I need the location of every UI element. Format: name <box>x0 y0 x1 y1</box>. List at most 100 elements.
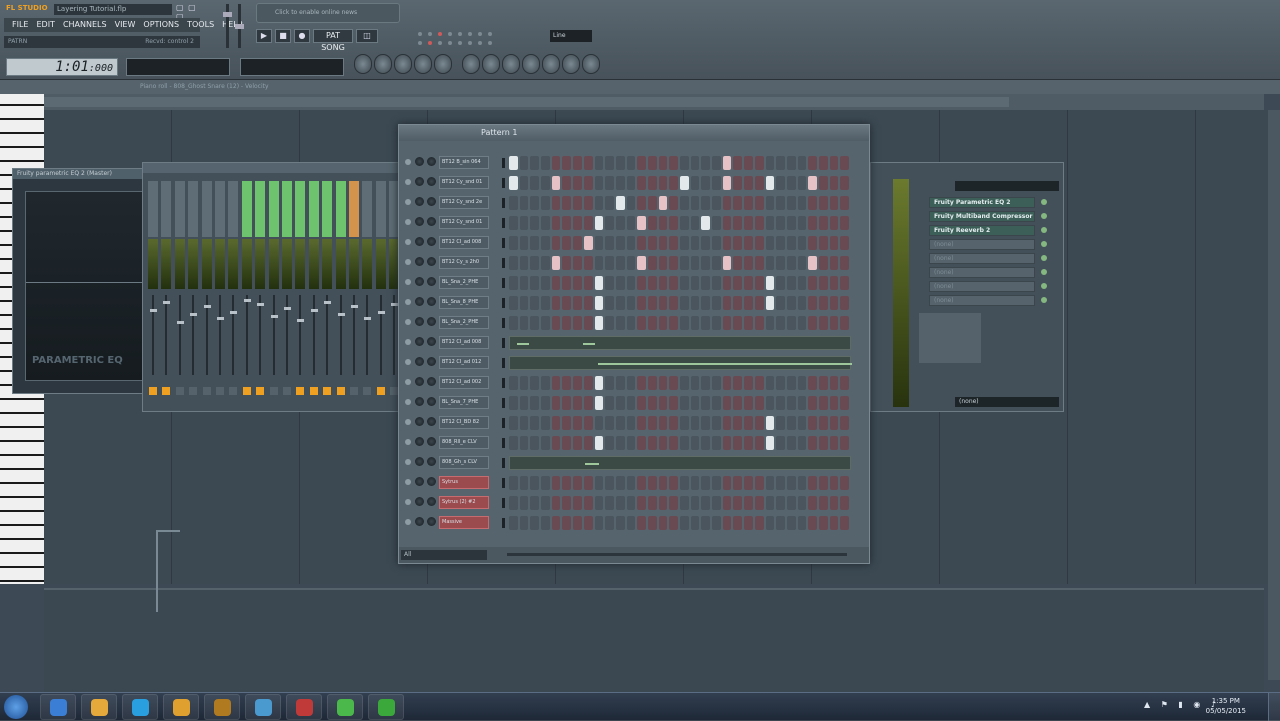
step-button[interactable] <box>765 316 775 330</box>
step-button[interactable] <box>605 156 614 170</box>
step-button[interactable] <box>765 296 775 310</box>
step-button[interactable] <box>615 196 625 210</box>
swing-control[interactable] <box>813 128 863 138</box>
channel-mute-led[interactable] <box>405 219 411 225</box>
channel-name-button[interactable]: BT12 CI_ad 008 <box>439 336 489 349</box>
step-button[interactable] <box>509 416 518 430</box>
step-button[interactable] <box>840 256 849 270</box>
fader-knob[interactable] <box>310 309 318 312</box>
fx-slot[interactable]: (none) <box>929 295 1035 306</box>
step-button[interactable] <box>594 196 604 210</box>
step-button[interactable] <box>765 496 775 510</box>
fader-knob[interactable] <box>351 305 358 308</box>
clock[interactable]: 1:35 PM 05/05/2015 <box>1206 696 1246 716</box>
step-button[interactable] <box>626 216 636 230</box>
play-button[interactable]: ▶ <box>256 29 272 43</box>
pan-knob[interactable] <box>415 277 424 286</box>
step-button[interactable] <box>797 236 807 250</box>
volume-knob[interactable] <box>427 317 436 326</box>
browser-button[interactable] <box>414 54 432 74</box>
strip-fader[interactable] <box>259 295 262 375</box>
step-button[interactable] <box>829 476 839 490</box>
step-button[interactable] <box>562 516 572 530</box>
step-button[interactable] <box>840 516 849 530</box>
channel-mute-led[interactable] <box>405 379 411 385</box>
strip-led[interactable] <box>283 387 291 395</box>
step-button[interactable] <box>669 276 678 290</box>
strip-name[interactable] <box>308 181 319 237</box>
mixer-strip[interactable] <box>361 181 373 409</box>
taskbar-skype[interactable] <box>122 694 158 720</box>
strip-fader[interactable] <box>192 295 195 375</box>
step-button[interactable] <box>509 276 518 290</box>
step-button[interactable] <box>637 216 646 230</box>
step-button[interactable] <box>647 396 657 410</box>
step-button[interactable] <box>722 236 732 250</box>
step-button[interactable] <box>808 156 817 170</box>
step-button[interactable] <box>519 156 529 170</box>
channel-mute-led[interactable] <box>405 299 411 305</box>
step-button[interactable] <box>669 476 678 490</box>
news-panel[interactable]: Click to enable online news <box>256 3 400 23</box>
step-button[interactable] <box>562 196 572 210</box>
step-button[interactable] <box>776 156 785 170</box>
step-button[interactable] <box>605 216 614 230</box>
pan-knob[interactable] <box>415 237 424 246</box>
step-button[interactable] <box>786 276 796 290</box>
fader-knob[interactable] <box>243 299 251 302</box>
step-button[interactable] <box>562 396 572 410</box>
step-button[interactable] <box>551 276 561 290</box>
channel-mute-led[interactable] <box>405 419 411 425</box>
step-button[interactable] <box>701 236 711 250</box>
step-button[interactable] <box>519 176 529 190</box>
step-button[interactable] <box>626 176 636 190</box>
step-button[interactable] <box>776 316 785 330</box>
mixer-strip[interactable] <box>308 181 320 409</box>
strip-fader[interactable] <box>299 295 302 375</box>
step-button[interactable] <box>754 176 764 190</box>
step-button[interactable] <box>776 176 785 190</box>
step-button[interactable] <box>840 416 849 430</box>
channel-mute-led[interactable] <box>405 439 411 445</box>
step-button[interactable] <box>541 476 550 490</box>
step-button[interactable] <box>509 376 518 390</box>
step-button[interactable] <box>562 276 572 290</box>
step-button[interactable] <box>776 476 785 490</box>
strip-fader[interactable] <box>339 295 342 375</box>
strip-name[interactable] <box>282 181 292 237</box>
step-button[interactable] <box>818 156 828 170</box>
step-button[interactable] <box>808 376 817 390</box>
strip-name[interactable] <box>174 181 185 237</box>
step-button[interactable] <box>509 196 518 210</box>
step-button[interactable] <box>562 476 572 490</box>
channel-name-button[interactable]: BT12 Cy_snd 2e <box>439 196 489 209</box>
step-button[interactable] <box>808 216 817 230</box>
step-button[interactable] <box>754 436 764 450</box>
step-button[interactable] <box>647 216 657 230</box>
step-button[interactable] <box>808 436 817 450</box>
step-button[interactable] <box>765 396 775 410</box>
step-button[interactable] <box>658 236 668 250</box>
fx-eq-graph[interactable] <box>919 313 981 363</box>
step-button[interactable] <box>680 196 689 210</box>
step-button[interactable] <box>701 156 711 170</box>
step-button[interactable] <box>680 156 689 170</box>
indicator-dot[interactable] <box>438 41 442 45</box>
step-button[interactable] <box>583 296 593 310</box>
volume-knob[interactable] <box>427 477 436 486</box>
step-button[interactable] <box>722 516 732 530</box>
piano-roll-button[interactable] <box>394 54 412 74</box>
channel-mute-led[interactable] <box>405 319 411 325</box>
step-button[interactable] <box>626 296 636 310</box>
step-button[interactable] <box>615 156 625 170</box>
step-button[interactable] <box>583 436 593 450</box>
step-button[interactable] <box>658 396 668 410</box>
step-button[interactable] <box>733 196 743 210</box>
step-button[interactable] <box>519 296 529 310</box>
step-button[interactable] <box>583 396 593 410</box>
strip-name[interactable] <box>362 181 373 237</box>
step-button[interactable] <box>829 236 839 250</box>
channel-select[interactable] <box>502 258 505 268</box>
step-button[interactable] <box>530 176 540 190</box>
step-button[interactable] <box>583 416 593 430</box>
